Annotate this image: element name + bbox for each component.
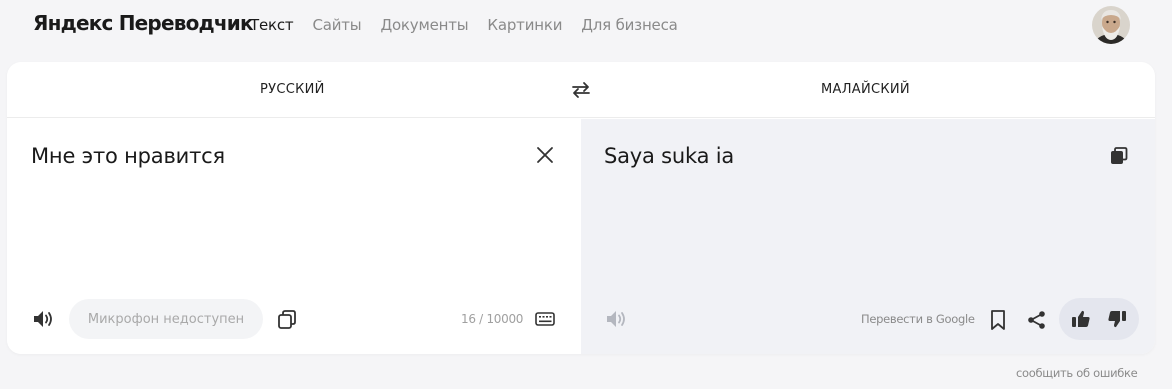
microphone-label: Микрофон недоступен [87,311,245,327]
microphone-button[interactable]: Микрофон недоступен [69,299,263,339]
language-bar: РУССКИЙ МАЛАЙСКИЙ [7,62,1155,118]
copy-icon[interactable] [276,309,298,331]
header: Яндекс Переводчик Текст Сайты Документы … [0,0,1172,52]
nav-item-documents[interactable]: Документы [380,16,468,34]
nav-item-sites[interactable]: Сайты [312,16,361,34]
close-icon[interactable] [535,145,555,165]
translator-card: РУССКИЙ МАЛАЙСКИЙ Мне это нравится Микро… [7,62,1155,354]
nav-item-business[interactable]: Для бизнеса [581,16,678,34]
user-avatar[interactable] [1092,6,1130,44]
logo[interactable]: Яндекс Переводчик [33,11,254,35]
thumbs-down-icon[interactable] [1107,309,1127,329]
source-pane: Мне это нравится Микрофон недоступен 16 … [7,119,581,354]
main-nav: Текст Сайты Документы Картинки Для бизне… [250,16,697,34]
speaker-disabled-icon [605,309,629,329]
source-language-selector[interactable]: РУССКИЙ [260,82,325,97]
bookmark-icon[interactable] [989,309,1007,331]
source-text-input[interactable]: Мне это нравится [31,144,225,168]
copy-translation-icon[interactable] [1109,146,1129,166]
target-pane: Saya suka ia Перевести в Google [581,119,1155,354]
nav-item-images[interactable]: Картинки [487,16,562,34]
share-icon[interactable] [1027,310,1047,330]
translate-in-google-link[interactable]: Перевести в Google [861,312,975,326]
translation-output: Saya suka ia [604,144,735,168]
thumbs-up-icon[interactable] [1071,309,1091,329]
nav-item-text[interactable]: Текст [250,16,294,34]
swap-languages-icon[interactable] [571,80,591,100]
keyboard-icon[interactable] [535,311,555,327]
feedback-group [1059,298,1139,340]
character-counter: 16 / 10000 [461,312,524,326]
target-language-selector[interactable]: МАЛАЙСКИЙ [821,82,910,97]
speaker-icon[interactable] [32,309,56,329]
report-error-link[interactable]: сообщить об ошибке [1016,366,1138,380]
